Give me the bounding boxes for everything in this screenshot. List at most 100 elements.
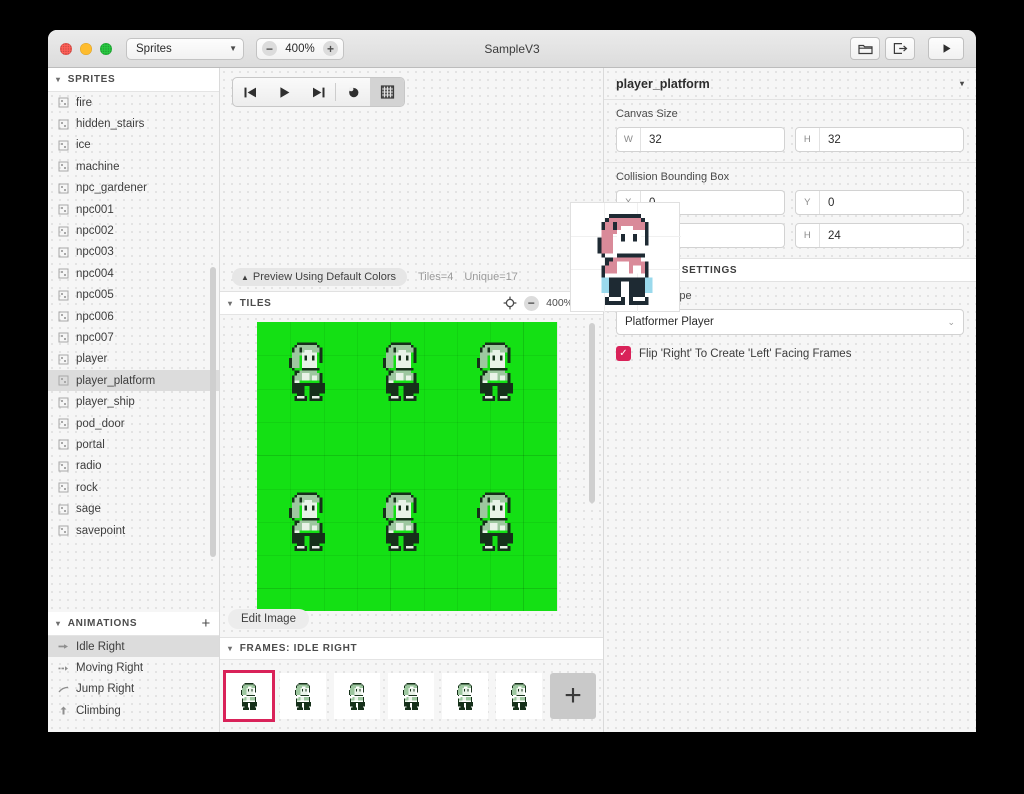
frame-thumbnail[interactable] xyxy=(223,670,275,722)
canvas-width-field[interactable]: W 32 xyxy=(616,127,785,152)
sidebar-item-label: npc007 xyxy=(76,331,114,344)
sidebar-item-pod_door[interactable]: pod_door xyxy=(48,413,219,434)
sidebar-item-portal[interactable]: portal xyxy=(48,434,219,455)
mode-selector-dropdown[interactable]: Sprites ▼ xyxy=(126,37,244,60)
collision-y-field[interactable]: Y 0 xyxy=(795,190,964,215)
unique-count-label: Unique=17 xyxy=(464,271,518,283)
animation-item-idle-right[interactable]: Idle Right xyxy=(48,636,219,658)
zoom-in-button[interactable]: + xyxy=(323,41,338,56)
sidebar-item-player[interactable]: player xyxy=(48,349,219,370)
frames-section-header[interactable]: ▾ FRAMES: IDLE RIGHT xyxy=(220,637,603,660)
frame-thumbnail[interactable] xyxy=(388,673,434,719)
canvas-height-field[interactable]: H 32 xyxy=(795,127,964,152)
frames-strip[interactable]: + xyxy=(220,660,603,732)
sprite-icon xyxy=(58,461,69,472)
maximize-window-button[interactable] xyxy=(100,42,112,55)
center-view-button[interactable] xyxy=(503,296,517,310)
frame-thumbnail[interactable] xyxy=(334,673,380,719)
tiles-canvas[interactable] xyxy=(257,322,558,611)
center-column: ▲ Preview Using Default Colors Tiles=4 U… xyxy=(220,68,681,732)
animations-section-header[interactable]: ▾ ANIMATIONS + xyxy=(48,612,219,636)
sidebar-item-npc001[interactable]: npc001 xyxy=(48,199,219,220)
sidebar-item-npc007[interactable]: npc007 xyxy=(48,327,219,348)
animation-item-climbing[interactable]: Climbing xyxy=(48,700,219,721)
animation-list[interactable]: Idle Right Moving Right Jump Right Climbing xyxy=(48,636,219,732)
sprite-icon xyxy=(58,525,69,536)
sprite-icon xyxy=(58,354,69,365)
sidebar-item-player_ship[interactable]: player_ship xyxy=(48,391,219,412)
animation-item-label: Climbing xyxy=(76,704,121,717)
animation-item-label: Jump Right xyxy=(76,683,135,696)
onion-skin-button[interactable] xyxy=(336,78,370,106)
frame-thumbnail[interactable] xyxy=(280,673,326,719)
collision-height-label: H xyxy=(796,224,820,247)
sidebar-item-npc003[interactable]: npc003 xyxy=(48,242,219,263)
flip-frames-row[interactable]: ✓ Flip 'Right' To Create 'Left' Facing F… xyxy=(616,346,964,361)
tile-sprite[interactable] xyxy=(467,490,523,551)
animation-item-jump-right[interactable]: Jump Right xyxy=(48,679,219,700)
play-icon xyxy=(279,86,289,98)
sidebar-item-fire[interactable]: fire xyxy=(48,92,219,113)
preview-default-colors-button[interactable]: ▲ Preview Using Default Colors xyxy=(232,268,407,286)
sidebar-item-savepoint[interactable]: savepoint xyxy=(48,520,219,541)
tile-sprite[interactable] xyxy=(279,490,335,551)
open-project-button[interactable] xyxy=(850,37,880,60)
zoom-out-button[interactable]: − xyxy=(262,41,277,56)
tile-sprite[interactable] xyxy=(373,340,429,401)
frame-thumbnail[interactable] xyxy=(442,673,488,719)
export-button[interactable] xyxy=(885,37,915,60)
sprite-icon xyxy=(58,204,69,215)
close-window-button[interactable] xyxy=(60,42,72,55)
toggle-grid-button[interactable] xyxy=(370,78,404,106)
sidebar-item-npc005[interactable]: npc005 xyxy=(48,285,219,306)
sidebar-item-machine[interactable]: machine xyxy=(48,156,219,177)
sidebar-item-hidden_stairs[interactable]: hidden_stairs xyxy=(48,113,219,134)
sprite-preview-canvas[interactable] xyxy=(570,202,681,313)
sidebar-item-rock[interactable]: rock xyxy=(48,477,219,498)
canvas-height-value: 32 xyxy=(828,133,841,146)
sidebar-item-npc004[interactable]: npc004 xyxy=(48,263,219,284)
tiles-pane: Edit Image xyxy=(220,315,603,637)
tiles-zoom-out-button[interactable]: − xyxy=(524,295,540,311)
sprites-section-header[interactable]: ▾ SPRITES xyxy=(48,68,219,92)
sprite-list[interactable]: fire hidden_stairs ice machine npc_gardener n… xyxy=(48,92,219,612)
run-button[interactable] xyxy=(928,37,964,60)
frame-thumbnail-icon xyxy=(402,683,420,710)
tile-sprite[interactable] xyxy=(467,340,523,401)
crosshair-icon xyxy=(503,296,517,310)
flip-frames-checkbox[interactable]: ✓ xyxy=(616,346,631,361)
sidebar-scrollbar[interactable] xyxy=(210,267,216,557)
add-animation-button[interactable]: + xyxy=(202,616,211,631)
sprite-icon xyxy=(58,439,69,450)
traffic-lights xyxy=(48,42,112,55)
edit-image-button[interactable]: Edit Image xyxy=(228,609,309,629)
sprite-icon xyxy=(58,247,69,258)
sprite-icon xyxy=(58,418,69,429)
sidebar-item-radio[interactable]: radio xyxy=(48,456,219,477)
sidebar-item-ice[interactable]: ice xyxy=(48,135,219,156)
add-frame-button[interactable]: + xyxy=(550,673,596,719)
animation-item-moving-right[interactable]: Moving Right xyxy=(48,657,219,678)
sidebar-item-npc002[interactable]: npc002 xyxy=(48,220,219,241)
minimize-window-button[interactable] xyxy=(80,42,92,55)
triangle-up-icon: ▲ xyxy=(241,272,249,282)
play-pause-button[interactable] xyxy=(267,78,301,106)
collision-y-label: Y xyxy=(796,191,820,214)
frame-thumbnail[interactable] xyxy=(496,673,542,719)
chevron-down-icon: ▼ xyxy=(229,44,237,53)
sidebar-item-label: sage xyxy=(76,503,101,516)
skip-back-button[interactable] xyxy=(233,78,267,106)
tile-sprite[interactable] xyxy=(373,490,429,551)
tile-sprite[interactable] xyxy=(279,340,335,401)
sidebar-item-sage[interactable]: sage xyxy=(48,498,219,519)
inspector-title-bar[interactable]: player_platform ▾ xyxy=(604,68,976,100)
sidebar-item-player_platform[interactable]: player_platform xyxy=(48,370,219,392)
sprite-icon xyxy=(58,97,69,108)
tiles-section-header[interactable]: ▾ TILES − 400% + xyxy=(220,291,603,315)
collision-height-field[interactable]: H 24 xyxy=(795,223,964,248)
tiles-scrollbar[interactable] xyxy=(589,323,595,503)
sidebar-item-npc_gardener[interactable]: npc_gardener xyxy=(48,178,219,199)
sidebar-item-npc006[interactable]: npc006 xyxy=(48,306,219,327)
skip-forward-button[interactable] xyxy=(301,78,335,106)
animation-type-select[interactable]: Platformer Player ⌄ xyxy=(616,309,964,335)
